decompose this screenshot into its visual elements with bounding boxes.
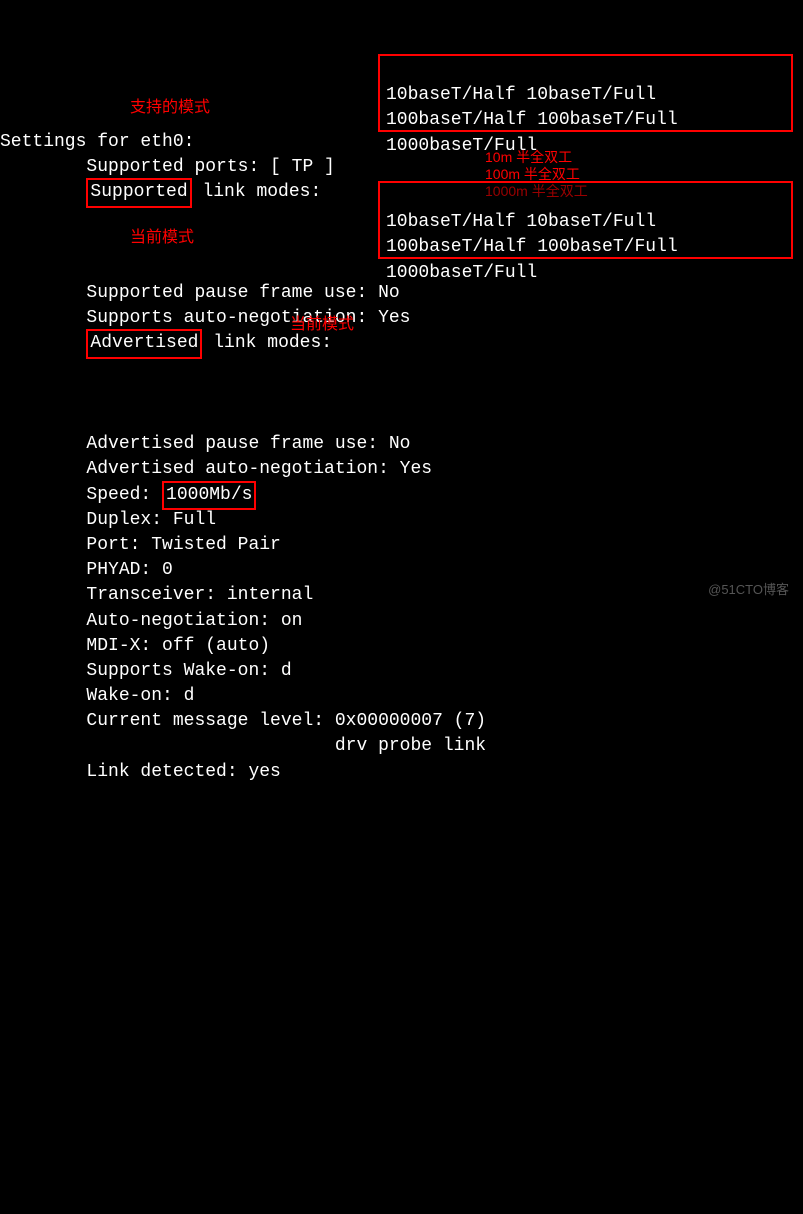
line-advertised-autoneg: Advertised auto-negotiation: Yes — [0, 459, 432, 479]
annotation-current-mode: 当前模式 — [130, 227, 194, 249]
annotation-1000m-duplex: 1000m 半全双工 — [485, 182, 588, 202]
line-supported-pause: Supported pause frame use: No — [0, 283, 400, 303]
line-curmsg-1: Current message level: 0x00000007 (7) — [0, 711, 486, 731]
line-curmsg-2: drv probe link — [0, 736, 486, 756]
line-mdix: MDI-X: off (auto) — [0, 636, 270, 656]
line-supported-ports: Supported ports: [ TP ] — [0, 157, 335, 177]
line-advertised-pause: Advertised pause frame use: No — [0, 434, 410, 454]
line-port: Port: Twisted Pair — [0, 535, 281, 555]
line-wakeon: Wake-on: d — [0, 686, 194, 706]
line-speed: Speed: 1000Mb/s — [0, 485, 256, 505]
advertised-mode-line-2: 100baseT/Half 100baseT/Full — [386, 237, 678, 257]
supported-mode-line-1: 10baseT/Half 10baseT/Full — [386, 85, 656, 105]
advertised-mode-line-1: 10baseT/Half 10baseT/Full — [386, 212, 656, 232]
watermark: @51CTO博客 — [708, 581, 789, 599]
line-duplex: Duplex: Full — [0, 510, 216, 530]
line-title: Settings for eth0: — [0, 132, 194, 152]
line-phyad: PHYAD: 0 — [0, 560, 173, 580]
advertised-mode-line-3: 1000baseT/Full — [386, 263, 537, 283]
supported-mode-line-2: 100baseT/Half 100baseT/Full — [386, 110, 678, 130]
highlight-supported-link-values: 10baseT/Half 10baseT/Full 100baseT/Half … — [378, 54, 793, 132]
annotation-supported-mode: 支持的模式 — [130, 97, 210, 119]
line-autoneg: Auto-negotiation: on — [0, 611, 302, 631]
highlight-speed-value: 1000Mb/s — [162, 481, 256, 510]
line-advertised-link-modes: Advertised link modes: — [0, 333, 354, 353]
line-link-detected: Link detected: yes — [0, 762, 281, 782]
line-supported-link-modes: Supported link modes: — [0, 182, 354, 202]
annotation-current-mode-2: 当前模式 — [290, 314, 354, 336]
line-transceiver: Transceiver: internal — [0, 585, 313, 605]
line-supports-wakeon: Supports Wake-on: d — [0, 661, 292, 681]
highlight-supported-label: Supported — [86, 178, 191, 207]
highlight-advertised-label: Advertised — [86, 329, 202, 358]
